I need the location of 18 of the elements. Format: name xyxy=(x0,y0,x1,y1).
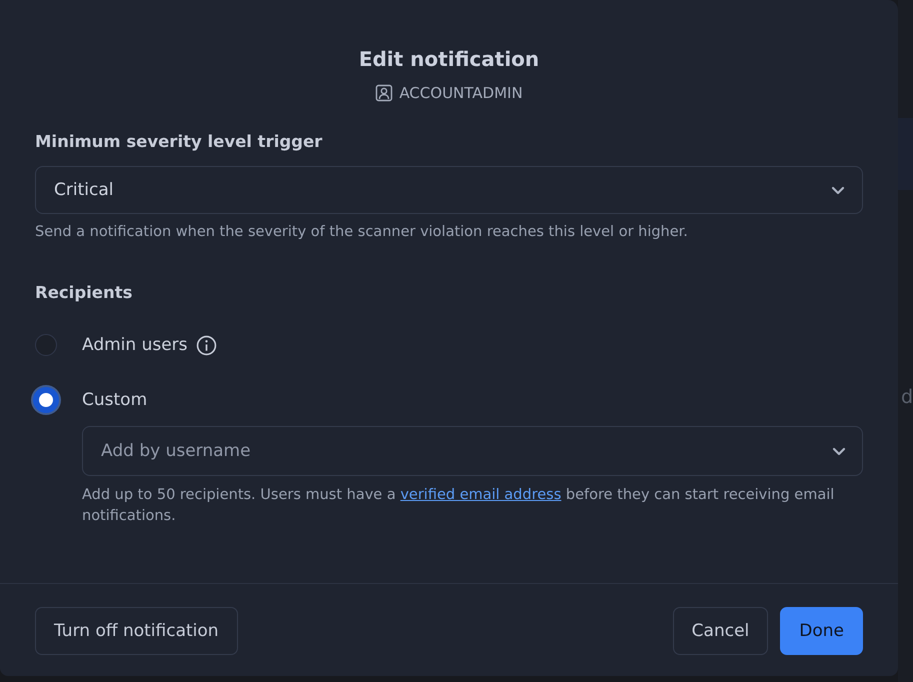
dialog-title: Edit notification xyxy=(358,46,540,73)
turn-off-button[interactable]: Turn off notification xyxy=(35,607,238,655)
done-button[interactable]: Done xyxy=(780,607,863,655)
option-label[interactable]: Custom xyxy=(82,390,148,410)
background-text: d xyxy=(901,385,913,409)
user-badge-icon xyxy=(375,84,394,102)
username-field[interactable]: Add by username xyxy=(82,426,863,476)
radio-button[interactable] xyxy=(33,387,59,413)
option-label[interactable]: Admin users xyxy=(82,335,188,355)
radio-button[interactable] xyxy=(35,334,57,356)
severity-dropdown[interactable]: Critical xyxy=(35,166,863,214)
field-label: Minimum severity level trigger xyxy=(35,131,324,153)
email-link[interactable]: verified email address xyxy=(400,487,562,503)
help-text: Add up to 50 recipients. Users must have a verified email address before they can start receiving email notifications. xyxy=(82,486,836,526)
role-name: ACCOUNTADMIN xyxy=(399,83,523,103)
section-label: Recipients xyxy=(35,282,134,304)
cancel-button[interactable]: Cancel xyxy=(672,607,768,655)
help-text: Send a notification when the severity of the scanner violation reaches this level or higher. xyxy=(35,223,689,242)
